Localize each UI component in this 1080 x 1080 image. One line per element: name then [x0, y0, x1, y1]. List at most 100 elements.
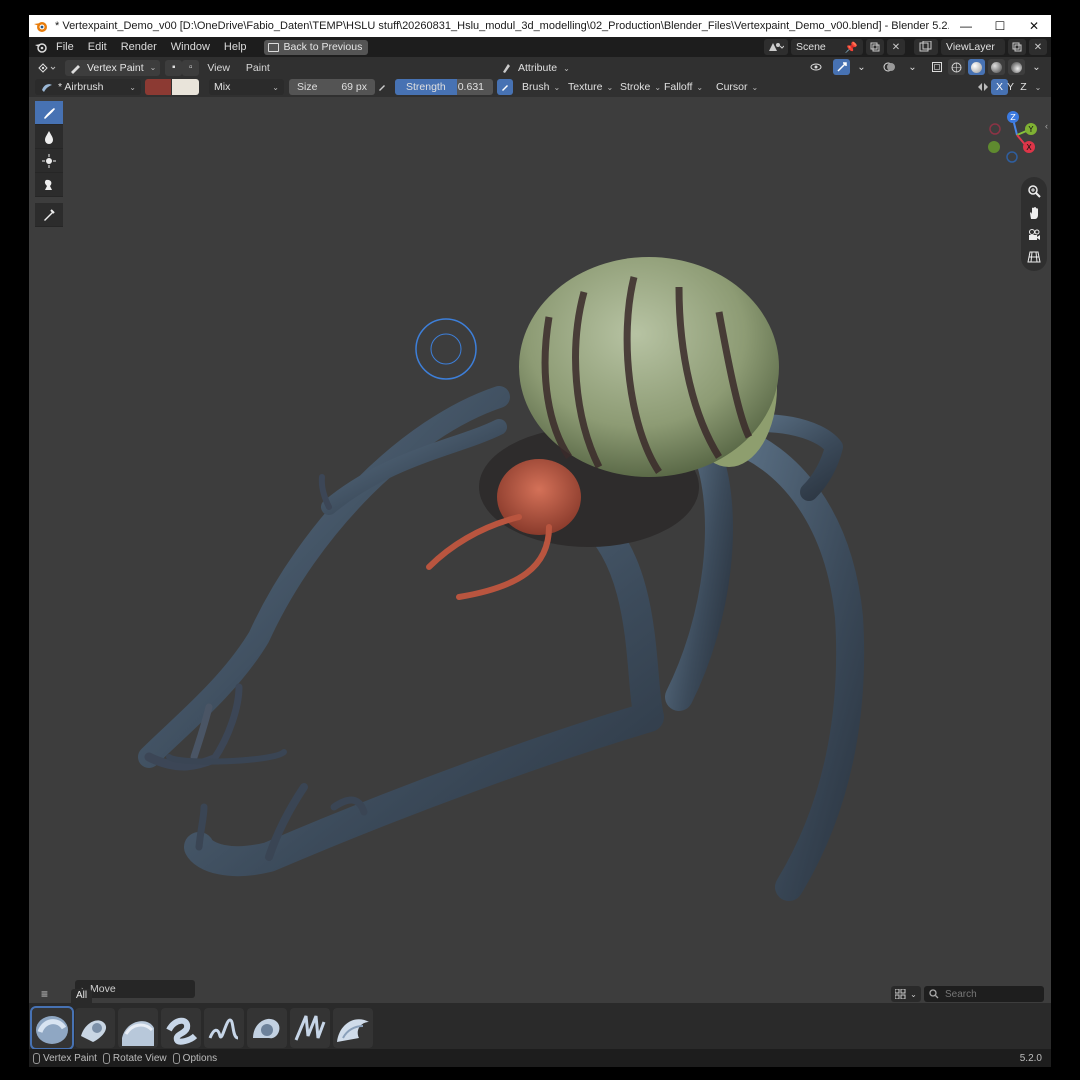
brush-thumbnail[interactable] [290, 1008, 330, 1048]
menu-help[interactable]: Help [217, 37, 254, 57]
shading-solid-button[interactable] [968, 59, 985, 75]
status-left-click: Vertex Paint [33, 1052, 97, 1064]
grid-icon [1027, 251, 1041, 263]
menu-render[interactable]: Render [114, 37, 164, 57]
airbrush-icon [42, 84, 52, 92]
brush-thumbnail[interactable] [161, 1008, 201, 1048]
view-layer-browse-button[interactable] [914, 39, 938, 55]
shading-material-button[interactable] [988, 59, 1005, 75]
view-layer-field[interactable]: ViewLayer [941, 39, 1005, 55]
sample-color-tool-button[interactable] [35, 203, 63, 227]
gizmo-neg-z[interactable] [1006, 151, 1018, 163]
back-to-previous-button[interactable]: Back to Previous [263, 39, 369, 55]
close-button[interactable]: ✕ [1017, 15, 1051, 37]
average-tool-button[interactable] [35, 149, 63, 173]
perspective-toggle-button[interactable] [1021, 246, 1047, 268]
stroke-menu[interactable]: Stroke ⌄ [616, 79, 665, 95]
brush-menu[interactable]: Brush ⌄ [518, 79, 564, 95]
hamburger-menu-icon[interactable]: ≡ [41, 987, 48, 1001]
texture-menu[interactable]: Texture ⌄ [564, 79, 617, 95]
gizmo-z-label: Z [1010, 113, 1016, 122]
falloff-menu[interactable]: Falloff ⌄ [660, 79, 707, 95]
spider-model[interactable] [29, 97, 1051, 1003]
chevron-down-icon: ⌄ [910, 989, 917, 999]
brush-thumbnail[interactable] [118, 1008, 158, 1048]
asset-search-input[interactable]: Search [924, 986, 1044, 1002]
symmetry-icon[interactable] [975, 79, 991, 95]
secondary-color-swatch[interactable] [172, 79, 199, 95]
brush-thumbnail[interactable] [75, 1008, 115, 1048]
brush-menu-label: Brush [522, 81, 550, 93]
new-view-layer-button[interactable] [1008, 39, 1026, 55]
search-icon [929, 989, 939, 999]
viewport-header: Vertex Paint ⌄ ▪ ▫ View Paint Attribute … [29, 57, 1051, 78]
version-label: 5.2.0 [1019, 1052, 1042, 1064]
status-item-label: Options [182, 1052, 218, 1064]
new-scene-button[interactable] [866, 39, 884, 55]
menu-paint[interactable]: Paint [238, 62, 278, 74]
delete-view-layer-button[interactable]: ✕ [1029, 39, 1047, 55]
shading-dropdown[interactable]: ⌄ [1028, 59, 1045, 75]
mirror-y-button[interactable]: Y [1004, 79, 1017, 95]
gizmo-toggle-button[interactable] [833, 59, 850, 75]
3d-viewport[interactable]: Z Y X ‹ › Move [29, 97, 1051, 1003]
view-object-types-button[interactable] [806, 59, 830, 75]
brush-thumbnail[interactable] [204, 1008, 244, 1048]
size-label: Size [297, 81, 318, 93]
asset-shelf-tab-all[interactable]: All [71, 989, 93, 1003]
pan-button[interactable] [1021, 202, 1047, 224]
strength-value: 0.631 [457, 81, 484, 93]
menu-file[interactable]: File [49, 37, 81, 57]
delete-scene-button[interactable]: ✕ [887, 39, 905, 55]
blender-menu-icon[interactable] [33, 39, 49, 55]
chevron-down-icon: ⌄ [272, 82, 279, 92]
gizmo-neg-x[interactable] [989, 123, 1001, 135]
scene-browse-button[interactable] [764, 39, 788, 55]
menu-edit[interactable]: Edit [81, 37, 114, 57]
brush-thumbnail[interactable] [333, 1008, 373, 1048]
xray-toggle-button[interactable] [928, 59, 945, 75]
brush-thumbnail[interactable] [30, 1006, 74, 1050]
smear-tool-button[interactable] [35, 173, 63, 197]
mirror-z-button[interactable]: Z [1017, 79, 1030, 95]
attribute-label: Attribute [518, 62, 558, 74]
size-field[interactable]: Size 69 px [289, 79, 375, 95]
navigation-gizmo[interactable]: Z Y X [987, 105, 1047, 165]
gizmo-dropdown[interactable]: ⌄ [853, 59, 870, 75]
shading-rendered-button[interactable] [1008, 59, 1025, 75]
symmetry-dropdown[interactable]: ⌄ [1031, 79, 1045, 95]
overlays-toggle-button[interactable] [879, 59, 901, 75]
mask-face-button[interactable]: ▪ [165, 59, 183, 76]
asset-shelf-display-dropdown[interactable]: ⌄ [891, 986, 921, 1002]
gizmo-neg-y[interactable] [988, 141, 1000, 153]
menu-view[interactable]: View [199, 62, 238, 74]
scene-field[interactable]: Scene 📌 [791, 39, 863, 55]
camera-view-button[interactable] [1021, 224, 1047, 246]
sidebar-toggle-arrow[interactable]: ‹ [1045, 121, 1051, 141]
navigation-tools [1021, 177, 1047, 271]
menu-window[interactable]: Window [164, 37, 217, 57]
strength-pressure-button[interactable] [497, 79, 513, 95]
strength-field[interactable]: Strength 0.631 [395, 79, 493, 95]
brush-thumbnail[interactable] [247, 1008, 287, 1048]
chevron-down-icon: ⌄ [553, 82, 561, 92]
tool-shelf [35, 101, 65, 227]
attribute-menu[interactable]: Attribute ⌄ [500, 60, 570, 76]
overlays-dropdown[interactable]: ⌄ [904, 59, 921, 75]
editor-type-button[interactable] [35, 60, 61, 76]
shading-wireframe-button[interactable] [948, 59, 965, 75]
brush-tool-button[interactable] [35, 101, 63, 125]
zoom-icon [1028, 185, 1041, 198]
cursor-menu[interactable]: Cursor ⌄ [712, 79, 762, 95]
mask-vertex-button[interactable]: ▫ [182, 59, 200, 76]
mode-selector[interactable]: Vertex Paint ⌄ [65, 59, 161, 76]
primary-color-swatch[interactable] [145, 79, 171, 95]
pin-icon[interactable]: 📌 [845, 41, 858, 54]
maximize-button[interactable]: ☐ [983, 15, 1017, 37]
size-pressure-button[interactable] [375, 79, 389, 95]
zoom-button[interactable] [1021, 180, 1047, 202]
brush-selector[interactable]: * Airbrush ⌄ [35, 79, 141, 95]
blend-mode-dropdown[interactable]: Mix ⌄ [209, 79, 284, 95]
blur-tool-button[interactable] [35, 125, 63, 149]
minimize-button[interactable]: — [949, 15, 983, 37]
